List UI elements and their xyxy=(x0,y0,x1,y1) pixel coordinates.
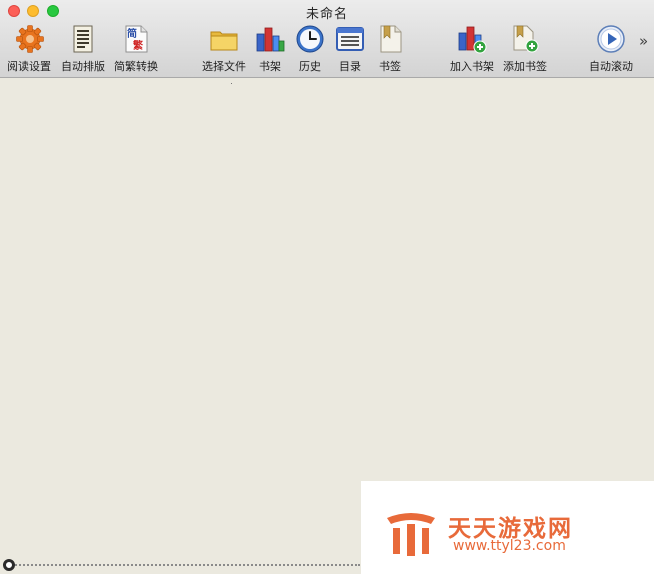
document-lines-icon xyxy=(73,25,93,53)
add-to-bookshelf-button[interactable]: 加入书架 xyxy=(447,24,497,76)
svg-text:繁: 繁 xyxy=(132,39,144,52)
folder-icon xyxy=(210,31,238,51)
bookshelf-icon xyxy=(256,27,285,52)
add-bookmark-icon xyxy=(513,25,539,53)
clock-icon xyxy=(296,25,324,53)
window-title: 未命名 xyxy=(305,7,348,22)
contents-button[interactable]: 目录 xyxy=(332,24,368,76)
add-bookshelf-icon xyxy=(458,26,487,54)
list-icon xyxy=(336,27,364,51)
tool-label: 阅读设置 xyxy=(7,60,51,73)
progress-slider-track[interactable] xyxy=(8,564,360,566)
progress-slider-knob[interactable] xyxy=(3,559,15,571)
toolbar-overflow-button[interactable]: » xyxy=(639,32,648,50)
history-button[interactable]: 历史 xyxy=(292,24,328,76)
bookmark-icon xyxy=(380,25,402,53)
add-bookmark-button[interactable]: 添加书签 xyxy=(500,24,550,76)
auto-layout-button[interactable]: 自动排版 xyxy=(58,24,108,76)
tool-label: 添加书签 xyxy=(503,60,547,73)
convert-chinese-button[interactable]: 简 繁 简繁转换 xyxy=(110,24,162,76)
bookmarks-button[interactable]: 书签 xyxy=(372,24,408,76)
title-bar: 未命名 阅读设置 自动排版 简 繁 简繁转换 选择文件 书架 历史 目录 书签 … xyxy=(0,0,654,78)
tool-label: 历史 xyxy=(299,60,321,73)
watermark: 天天游戏网 www.ttyl23.com xyxy=(361,481,654,574)
chinese-convert-icon: 简 繁 xyxy=(125,25,148,53)
choose-file-button[interactable]: 选择文件 xyxy=(199,24,249,76)
tool-label: 自动滚动 xyxy=(589,60,633,73)
auto-scroll-button[interactable]: 自动滚动 xyxy=(586,24,636,76)
tool-label: 书签 xyxy=(379,60,401,73)
tool-label: 简繁转换 xyxy=(114,60,158,73)
play-circle-icon xyxy=(597,25,625,53)
tool-label: 自动排版 xyxy=(61,60,105,73)
tool-label: 加入书架 xyxy=(450,60,494,73)
svg-text:简: 简 xyxy=(127,27,137,40)
gear-icon xyxy=(16,25,44,53)
tool-label: 选择文件 xyxy=(202,60,246,73)
watermark-url: www.ttyl23.com xyxy=(453,538,566,554)
tool-label: 目录 xyxy=(339,60,361,73)
tool-label: 书架 xyxy=(259,60,281,73)
bookshelf-button[interactable]: 书架 xyxy=(252,24,288,76)
watermark-logo xyxy=(387,513,435,556)
text-cursor xyxy=(231,83,232,84)
reading-settings-button[interactable]: 阅读设置 xyxy=(4,24,54,76)
app-window: 未命名 阅读设置 自动排版 简 繁 简繁转换 选择文件 书架 历史 目录 书签 … xyxy=(0,0,654,574)
